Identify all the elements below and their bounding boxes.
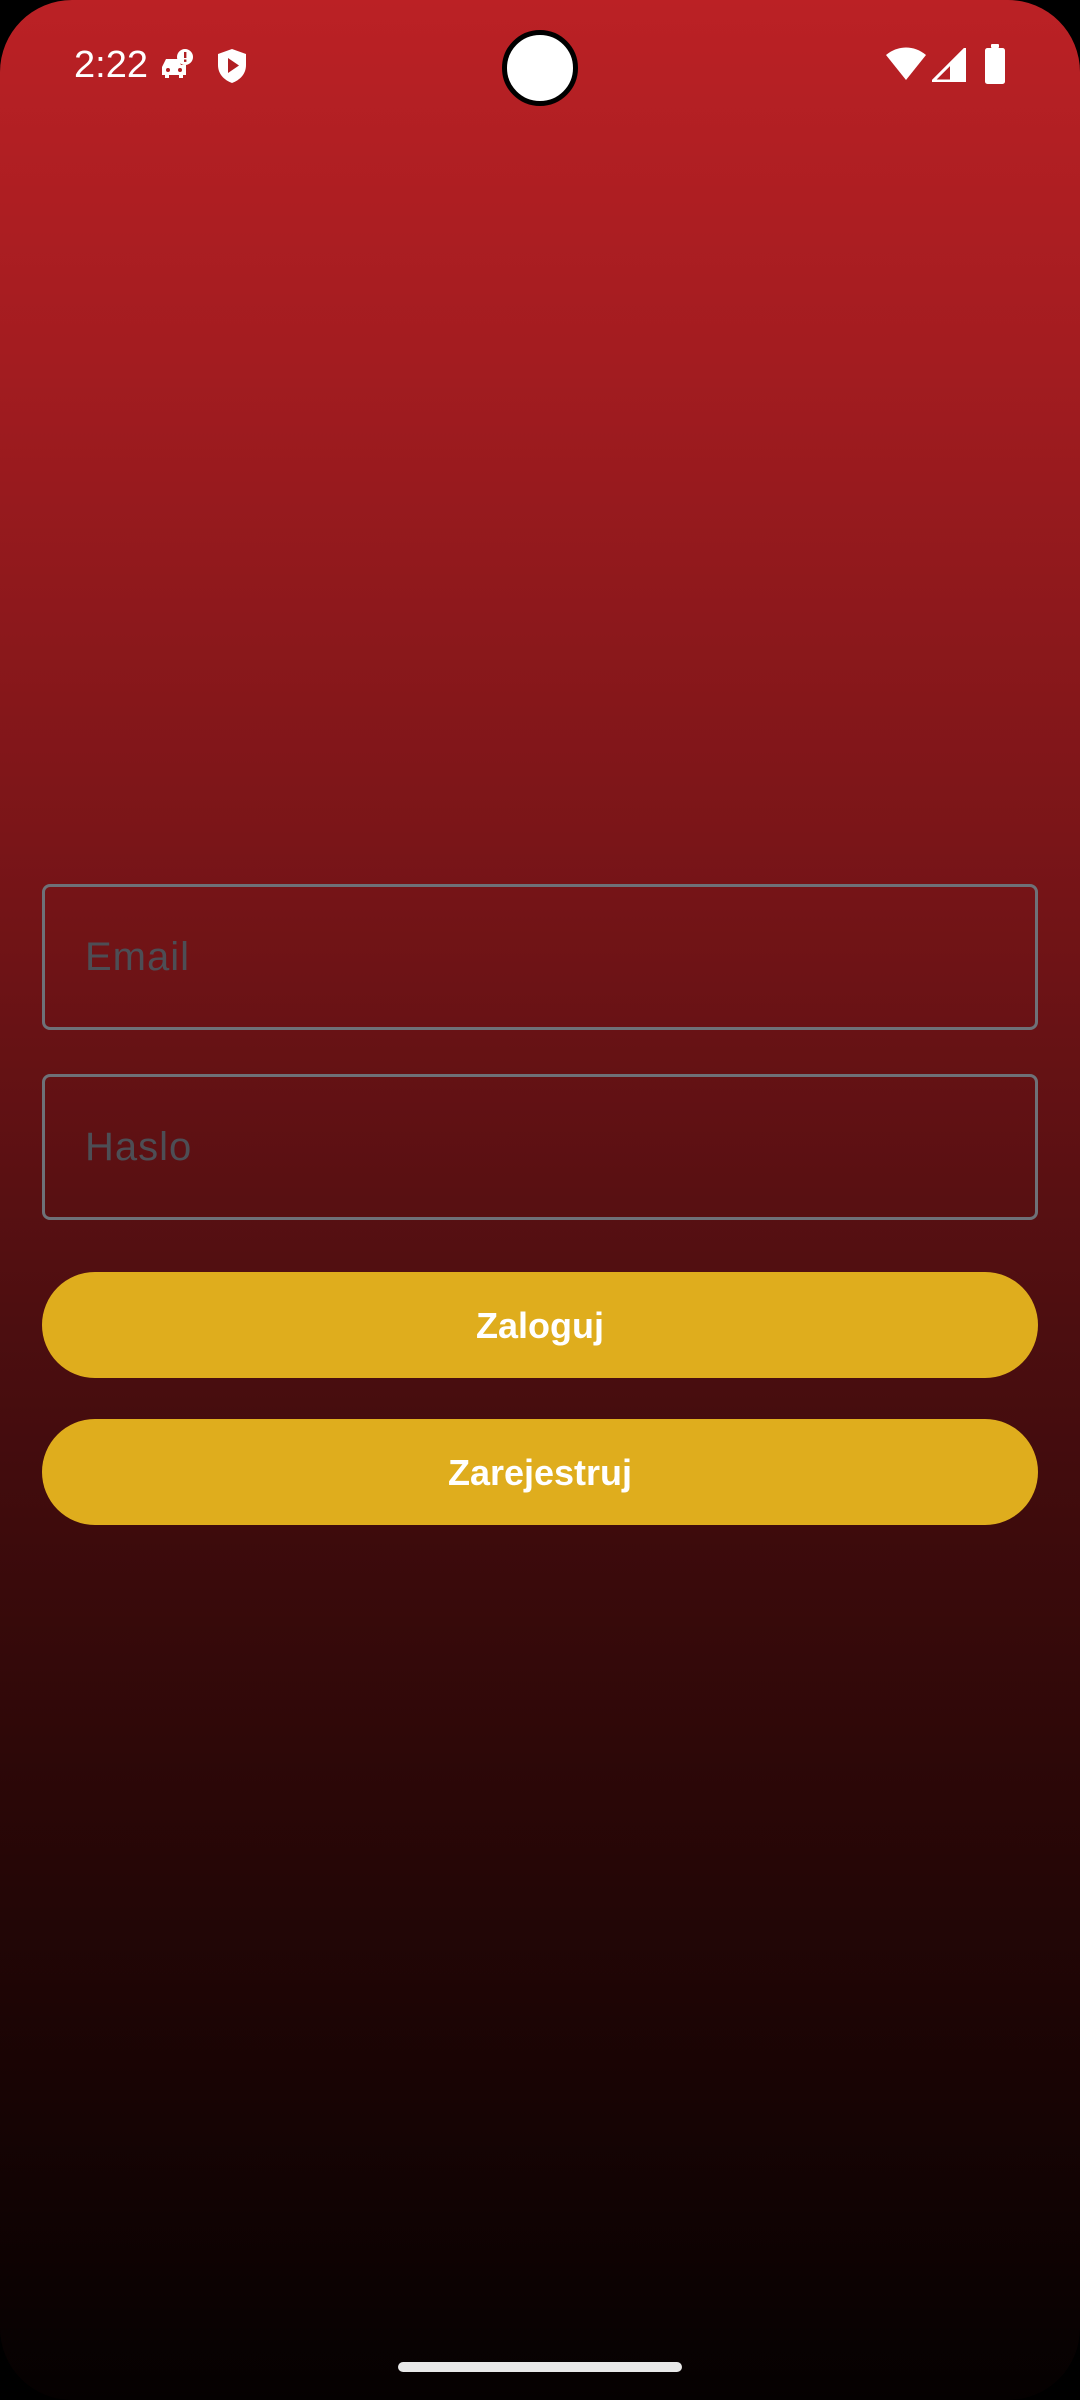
camera-cutout (502, 30, 578, 106)
register-button[interactable]: Zarejestruj (42, 1419, 1038, 1525)
password-field-container (42, 1074, 1038, 1220)
status-bar: 2:22 (0, 0, 1080, 130)
wifi-icon (886, 47, 926, 80)
battery-icon (985, 44, 1005, 84)
app-screen: 2:22 Email Zaloguj Zarejestruj (0, 0, 1080, 2400)
cellular-signal-icon (932, 48, 966, 82)
password-input[interactable] (45, 1077, 1035, 1217)
shield-play-icon (218, 49, 246, 83)
gesture-navigation-bar[interactable] (398, 2362, 682, 2372)
login-button[interactable]: Zaloguj (42, 1272, 1038, 1378)
email-field-container (42, 884, 1038, 1030)
status-time: 2:22 (74, 44, 148, 86)
email-input[interactable] (45, 887, 1035, 1027)
car-alert-icon (162, 49, 193, 78)
